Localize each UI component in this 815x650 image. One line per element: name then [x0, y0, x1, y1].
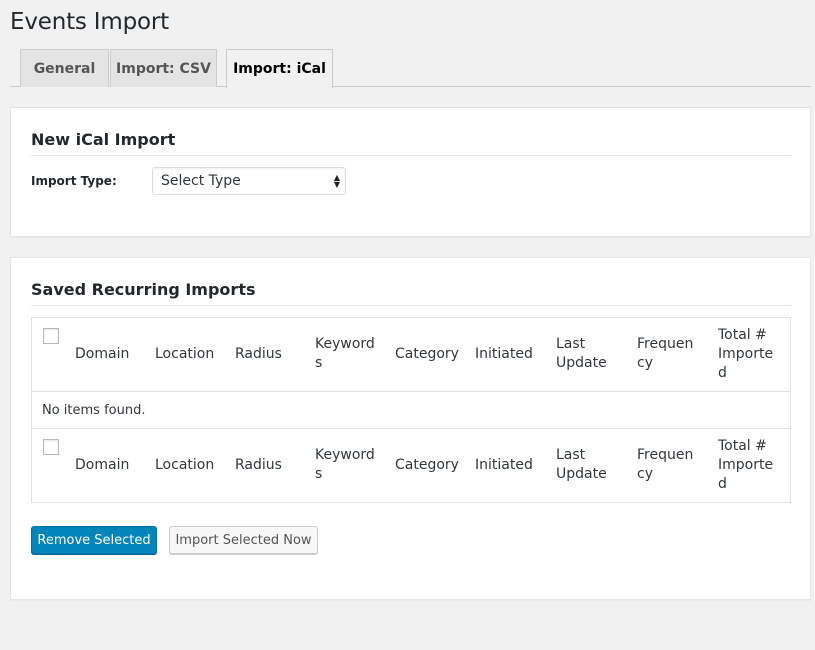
column-last-update[interactable]: Last Update: [556, 335, 607, 373]
import-selected-now-button[interactable]: Import Selected Now: [169, 526, 318, 554]
tab-import-csv-label: Import: CSV: [116, 60, 211, 77]
table-footer: Domain Location Radius Keyword s Category…: [32, 428, 790, 502]
column-total-imported-footer[interactable]: Total # Importe d: [718, 437, 773, 494]
column-domain-footer[interactable]: Domain: [75, 456, 129, 475]
select-all-checkbox-footer[interactable]: [43, 439, 59, 455]
page-title: Events Import: [10, 9, 169, 35]
column-last-update-footer[interactable]: Last Update: [556, 446, 607, 484]
tab-import-ical[interactable]: Import: iCal: [226, 49, 333, 88]
column-frequency[interactable]: Frequen cy: [637, 335, 693, 373]
column-domain[interactable]: Domain: [75, 345, 129, 364]
import-type-value: Select Type: [161, 173, 241, 189]
column-location[interactable]: Location: [155, 345, 214, 364]
column-total-imported[interactable]: Total # Importe d: [718, 326, 773, 383]
column-location-footer[interactable]: Location: [155, 456, 214, 475]
column-category[interactable]: Category: [395, 345, 459, 364]
column-radius-footer[interactable]: Radius: [235, 456, 282, 475]
remove-selected-button[interactable]: Remove Selected: [31, 526, 157, 554]
column-initiated-footer[interactable]: Initiated: [475, 456, 533, 475]
saved-recurring-imports-title: Saved Recurring Imports: [31, 280, 256, 299]
tab-general-label: General: [33, 60, 96, 77]
divider: [31, 155, 791, 156]
column-category-footer[interactable]: Category: [395, 456, 459, 475]
import-type-label: Import Type:: [31, 174, 117, 188]
new-ical-import-panel: New iCal Import Import Type: Select Type…: [10, 107, 811, 237]
tab-general[interactable]: General: [20, 49, 109, 87]
saved-imports-table: Domain Location Radius Keyword s Category…: [31, 317, 791, 503]
import-type-select[interactable]: Select Type ▲ ▼: [152, 167, 346, 195]
tab-import-csv[interactable]: Import: CSV: [110, 49, 217, 87]
column-frequency-footer[interactable]: Frequen cy: [637, 446, 693, 484]
empty-message: No items found.: [42, 402, 146, 418]
new-ical-import-title: New iCal Import: [31, 130, 176, 149]
up-down-arrows-icon: ▲ ▼: [333, 173, 340, 189]
tab-bar: General Import: CSV Import: iCal: [10, 49, 811, 88]
tab-import-ical-label: Import: iCal: [233, 61, 326, 77]
column-keywords-footer[interactable]: Keyword s: [315, 446, 375, 484]
select-all-checkbox[interactable]: [43, 328, 59, 344]
saved-recurring-imports-panel: Saved Recurring Imports Domain Location …: [10, 257, 811, 600]
divider: [31, 305, 791, 306]
column-radius[interactable]: Radius: [235, 345, 282, 364]
table-header: Domain Location Radius Keyword s Category…: [32, 318, 790, 392]
column-keywords[interactable]: Keyword s: [315, 335, 375, 373]
column-initiated[interactable]: Initiated: [475, 345, 533, 364]
